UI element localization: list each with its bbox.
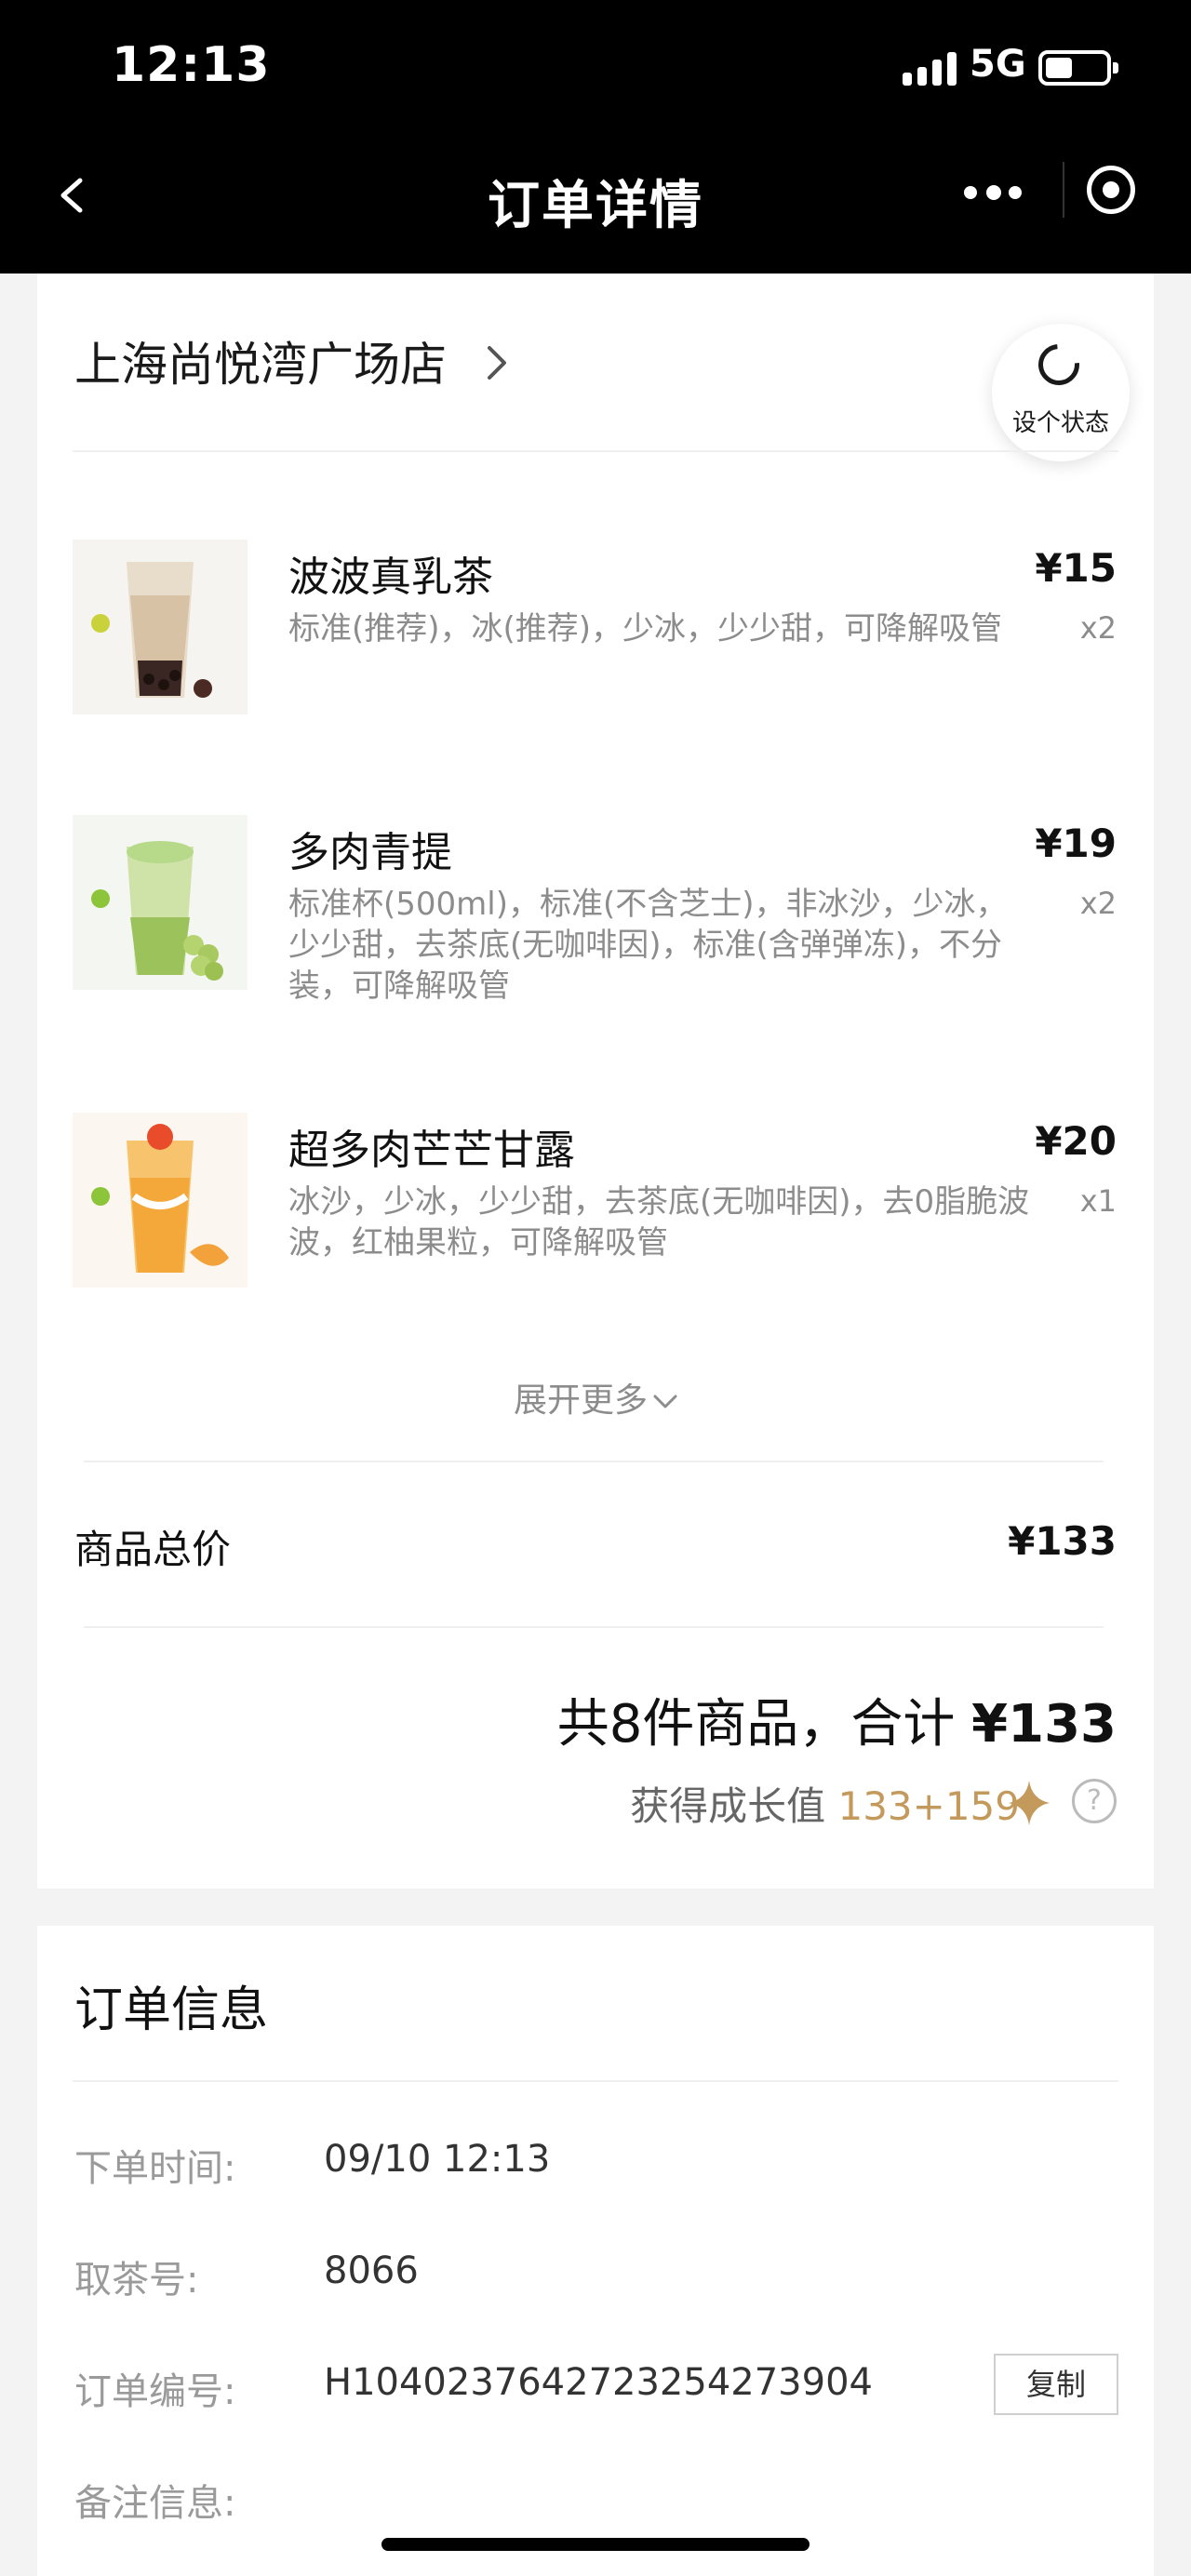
product-image[interactable]: [73, 1113, 248, 1288]
capsule-divider: [1063, 162, 1064, 218]
item-qty: x2: [1079, 610, 1117, 646]
battery-icon: [1038, 50, 1118, 86]
note-label: 备注信息:: [74, 2482, 236, 2525]
item-price: ¥19: [1035, 821, 1117, 866]
item-name: 波波真乳茶: [288, 554, 493, 601]
status-time: 12:13: [112, 37, 271, 93]
item-desc: 冰沙，少冰，少少甜，去茶底(无咖啡因)，去0脂脆波波，红柚果粒，可降解吸管: [288, 1183, 1030, 1261]
subtotal-value: ¥133: [1008, 1518, 1117, 1564]
expand-more-button[interactable]: 展开更多: [0, 1373, 1191, 1421]
set-status-button[interactable]: 设个状态: [992, 324, 1130, 461]
item-name: 超多肉芒芒甘露: [288, 1127, 575, 1174]
top-bar: 12:13 5G 订单详情: [0, 0, 1191, 274]
total-text: 共8件商品，合计: [556, 1694, 972, 1755]
growth-points: 获得成长值 133+159: [630, 1775, 1020, 1832]
product-image[interactable]: [73, 815, 248, 990]
network-label: 5G: [970, 43, 1026, 86]
item-qty: x1: [1079, 1183, 1117, 1219]
order-total: 共8件商品，合计 ¥133: [557, 1682, 1117, 1757]
expand-more-label: 展开更多: [513, 1381, 648, 1420]
chevron-down-icon: [653, 1395, 677, 1408]
pickup-number-value: 8066: [324, 2249, 419, 2292]
divider: [73, 450, 1118, 452]
subtotal-label: 商品总价: [74, 1527, 232, 1572]
more-icon[interactable]: [964, 185, 1022, 201]
copy-button[interactable]: 复制: [994, 2354, 1118, 2415]
item-price: ¥20: [1035, 1118, 1117, 1164]
order-number-label: 订单编号:: [74, 2370, 236, 2413]
item-name: 多肉青提: [288, 829, 452, 876]
help-icon[interactable]: ?: [1072, 1779, 1117, 1823]
divider: [73, 2080, 1118, 2082]
status-ring-icon: [1030, 336, 1088, 394]
chevron-right-icon[interactable]: [486, 344, 508, 381]
page-title: 订单详情: [488, 176, 703, 236]
signal-icon: [903, 48, 958, 86]
sparkle-icon: [1009, 1781, 1050, 1825]
home-indicator: [381, 2538, 810, 2551]
order-time-value: 09/10 12:13: [324, 2138, 551, 2181]
set-status-label: 设个状态: [1011, 409, 1109, 437]
item-price: ¥15: [1035, 545, 1117, 591]
item-desc: 标准(推荐)，冰(推荐)，少冰，少少甜，可降解吸管: [288, 610, 1003, 647]
growth-label: 获得成长值: [630, 1783, 838, 1829]
growth-value: 133+159: [837, 1783, 1020, 1829]
total-amount: ¥133: [971, 1694, 1117, 1755]
product-image[interactable]: [73, 540, 248, 714]
target-icon[interactable]: [1087, 166, 1135, 214]
order-card: [37, 274, 1154, 1889]
order-number-value: H1040237642723254273904: [324, 2361, 873, 2404]
divider: [84, 1461, 1104, 1462]
order-info-title: 订单信息: [74, 1982, 269, 2038]
divider: [84, 1626, 1104, 1628]
item-desc: 标准杯(500ml)，标准(不含芝士)，非冰沙，少冰，少少甜，去茶底(无咖啡因)…: [288, 886, 1008, 1005]
pickup-number-label: 取茶号:: [74, 2259, 199, 2302]
store-name[interactable]: 上海尚悦湾广场店: [74, 327, 447, 394]
item-qty: x2: [1079, 886, 1117, 921]
order-time-label: 下单时间:: [74, 2147, 236, 2190]
